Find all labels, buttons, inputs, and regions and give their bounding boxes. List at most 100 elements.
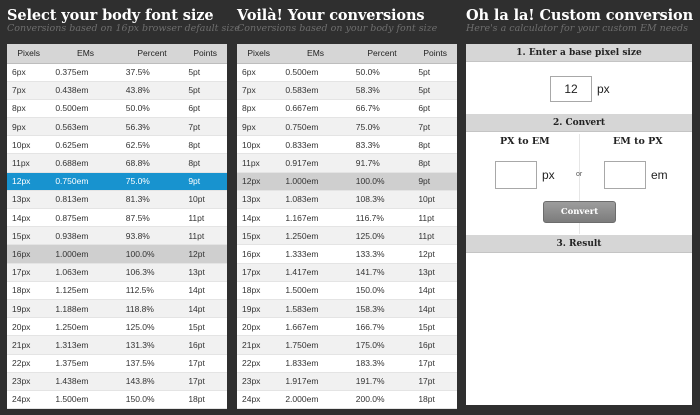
- cell-ems: 1.083em: [280, 190, 351, 210]
- cell-pixels: 23px: [237, 372, 281, 391]
- cell-percent: 87.5%: [120, 208, 184, 228]
- table-row: 15px 1.250em 125.0% 11pt: [237, 226, 457, 246]
- cell-percent: 91.7%: [350, 153, 414, 173]
- cell-percent: 58.3%: [350, 81, 414, 100]
- cell-pixels: 18px: [7, 281, 51, 300]
- cell-percent: 143.8%: [120, 372, 184, 391]
- cell-percent: 200.0%: [350, 390, 414, 410]
- cell-pixels: 13px: [7, 190, 51, 210]
- table-row[interactable]: 15px 0.938em 93.8% 11pt: [7, 226, 227, 246]
- table-row: 22px 1.833em 183.3% 17pt: [237, 354, 457, 373]
- header-percent: Percent: [350, 44, 414, 64]
- cell-points: 7pt: [183, 117, 227, 137]
- cell-pixels: 24px: [7, 390, 51, 410]
- table-row[interactable]: 17px 1.063em 106.3% 13pt: [7, 263, 227, 282]
- column-title: Oh la la! Custom conversion: [466, 7, 694, 24]
- cell-points: 10pt: [413, 190, 457, 210]
- table-row[interactable]: 6px 0.375em 37.5% 5pt: [7, 63, 227, 82]
- cell-pixels: 7px: [7, 81, 51, 100]
- table-row[interactable]: 22px 1.375em 137.5% 17pt: [7, 354, 227, 373]
- table-row[interactable]: 20px 1.250em 125.0% 15pt: [7, 317, 227, 337]
- header-pixels: Pixels: [237, 44, 281, 64]
- cell-percent: 50.0%: [120, 99, 184, 119]
- cell-points: 13pt: [413, 263, 457, 282]
- header-points: Points: [183, 44, 227, 64]
- cell-pixels: 22px: [7, 354, 51, 373]
- cell-pixels: 16px: [7, 244, 51, 264]
- table-row[interactable]: 23px 1.438em 143.8% 17pt: [7, 372, 227, 391]
- cell-pixels: 8px: [237, 99, 281, 119]
- cell-pixels: 20px: [7, 317, 51, 337]
- table-row[interactable]: 18px 1.125em 112.5% 14pt: [7, 281, 227, 300]
- cell-points: 11pt: [413, 226, 457, 246]
- table-row: 19px 1.583em 158.3% 14pt: [237, 299, 457, 319]
- table-row[interactable]: 10px 0.625em 62.5% 8pt: [7, 135, 227, 155]
- base-pixel-unit: px: [597, 82, 610, 96]
- cell-percent: 133.3%: [350, 244, 414, 264]
- cell-percent: 62.5%: [120, 135, 184, 155]
- cell-pixels: 15px: [7, 226, 51, 246]
- step-3-header: 3. Result: [466, 235, 692, 253]
- cell-ems: 0.563em: [50, 117, 121, 137]
- table-row[interactable]: 7px 0.438em 43.8% 5pt: [7, 81, 227, 100]
- font-size-table: Pixels EMs Percent Points 6px 0.375em 37.5…: [7, 44, 227, 410]
- cell-pixels: 6px: [7, 63, 51, 82]
- cell-ems: 0.917em: [280, 153, 351, 173]
- table-row[interactable]: 12px 0.750em 75.0% 9pt: [7, 172, 227, 191]
- cell-points: 6pt: [183, 99, 227, 119]
- cell-ems: 0.667em: [280, 99, 351, 119]
- base-pixel-input[interactable]: 12: [550, 76, 592, 102]
- table-row: 14px 1.167em 116.7% 11pt: [237, 208, 457, 228]
- table-row: 9px 0.750em 75.0% 7pt: [237, 117, 457, 137]
- cell-ems: 1.583em: [280, 299, 351, 319]
- cell-points: 14pt: [413, 281, 457, 300]
- table-row: 8px 0.667em 66.7% 6pt: [237, 99, 457, 119]
- cell-pixels: 10px: [7, 135, 51, 155]
- cell-pixels: 8px: [7, 99, 51, 119]
- cell-percent: 150.0%: [350, 281, 414, 300]
- cell-points: 11pt: [183, 226, 227, 246]
- cell-points: 18pt: [183, 390, 227, 410]
- cell-pixels: 24px: [237, 390, 281, 410]
- cell-ems: 0.813em: [50, 190, 121, 210]
- table-row[interactable]: 14px 0.875em 87.5% 11pt: [7, 208, 227, 228]
- cell-percent: 75.0%: [350, 117, 414, 137]
- px-input[interactable]: [495, 161, 537, 189]
- table-row[interactable]: 9px 0.563em 56.3% 7pt: [7, 117, 227, 137]
- cell-pixels: 13px: [237, 190, 281, 210]
- table-row[interactable]: 19px 1.188em 118.8% 14pt: [7, 299, 227, 319]
- convert-button[interactable]: Convert: [543, 201, 616, 223]
- table-row: 16px 1.333em 133.3% 12pt: [237, 244, 457, 264]
- table-row[interactable]: 16px 1.000em 100.0% 12pt: [7, 244, 227, 264]
- cell-percent: 68.8%: [120, 153, 184, 173]
- table-row: 18px 1.500em 150.0% 14pt: [237, 281, 457, 300]
- cell-points: 16pt: [183, 335, 227, 355]
- px-to-em-label: PX to EM: [500, 136, 550, 147]
- table-row: 13px 1.083em 108.3% 10pt: [237, 190, 457, 210]
- cell-points: 18pt: [413, 390, 457, 410]
- cell-percent: 43.8%: [120, 81, 184, 100]
- cell-ems: 0.938em: [50, 226, 121, 246]
- cell-points: 17pt: [413, 372, 457, 391]
- table-row[interactable]: 13px 0.813em 81.3% 10pt: [7, 190, 227, 210]
- cell-pixels: 12px: [237, 172, 281, 191]
- conversions-table: Pixels EMs Percent Points 6px 0.500em 50.0…: [237, 44, 457, 410]
- header-points: Points: [413, 44, 457, 64]
- header-percent: Percent: [120, 44, 184, 64]
- cell-percent: 125.0%: [120, 317, 184, 337]
- cell-ems: 1.438em: [50, 372, 121, 391]
- table-row: 24px 2.000em 200.0% 18pt: [237, 390, 457, 410]
- table-row[interactable]: 24px 1.500em 150.0% 18pt: [7, 390, 227, 410]
- cell-points: 13pt: [183, 263, 227, 282]
- table-row: 11px 0.917em 91.7% 8pt: [237, 153, 457, 173]
- cell-pixels: 22px: [237, 354, 281, 373]
- or-label: or: [576, 171, 583, 178]
- cell-percent: 66.7%: [350, 99, 414, 119]
- table-row[interactable]: 8px 0.500em 50.0% 6pt: [7, 99, 227, 119]
- em-unit: em: [651, 168, 668, 182]
- px-unit: px: [542, 168, 555, 182]
- table-row[interactable]: 21px 1.313em 131.3% 16pt: [7, 335, 227, 355]
- em-input[interactable]: [604, 161, 646, 189]
- table-row[interactable]: 11px 0.688em 68.8% 8pt: [7, 153, 227, 173]
- cell-percent: 141.7%: [350, 263, 414, 282]
